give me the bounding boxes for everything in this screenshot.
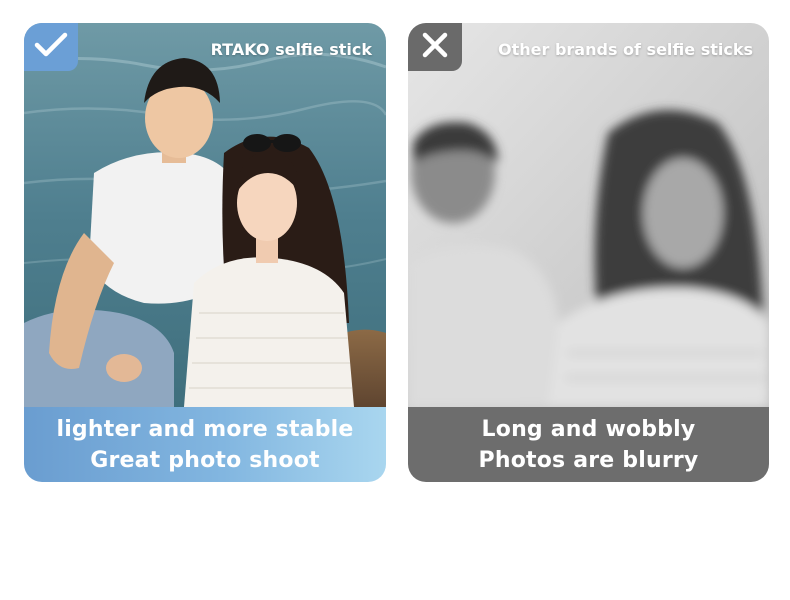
check-icon — [34, 31, 68, 63]
caption-line-2: Photos are blurry — [478, 447, 699, 473]
approved-badge — [24, 23, 78, 71]
caption-banner: lighter and more stable Great photo shoo… — [24, 407, 386, 482]
brand-label: Other brands of selfie sticks — [498, 40, 753, 59]
sharp-couple-photo — [24, 23, 386, 407]
other-brand-comparison-card: Other brands of selfie sticks Long and w… — [408, 23, 769, 482]
caption-banner: Long and wobbly Photos are blurry — [408, 407, 769, 482]
caption-line-1: Long and wobbly — [481, 416, 696, 442]
comparison-graphic: RTAKO selfie stick lighter and more stab… — [0, 0, 790, 600]
close-icon — [422, 32, 448, 62]
rtako-comparison-card: RTAKO selfie stick lighter and more stab… — [24, 23, 386, 482]
caption-line-1: lighter and more stable — [56, 416, 354, 442]
rejected-badge — [408, 23, 462, 71]
caption-line-2: Great photo shoot — [90, 447, 320, 473]
blurry-couple-photo — [408, 23, 769, 407]
brand-label: RTAKO selfie stick — [210, 40, 372, 59]
